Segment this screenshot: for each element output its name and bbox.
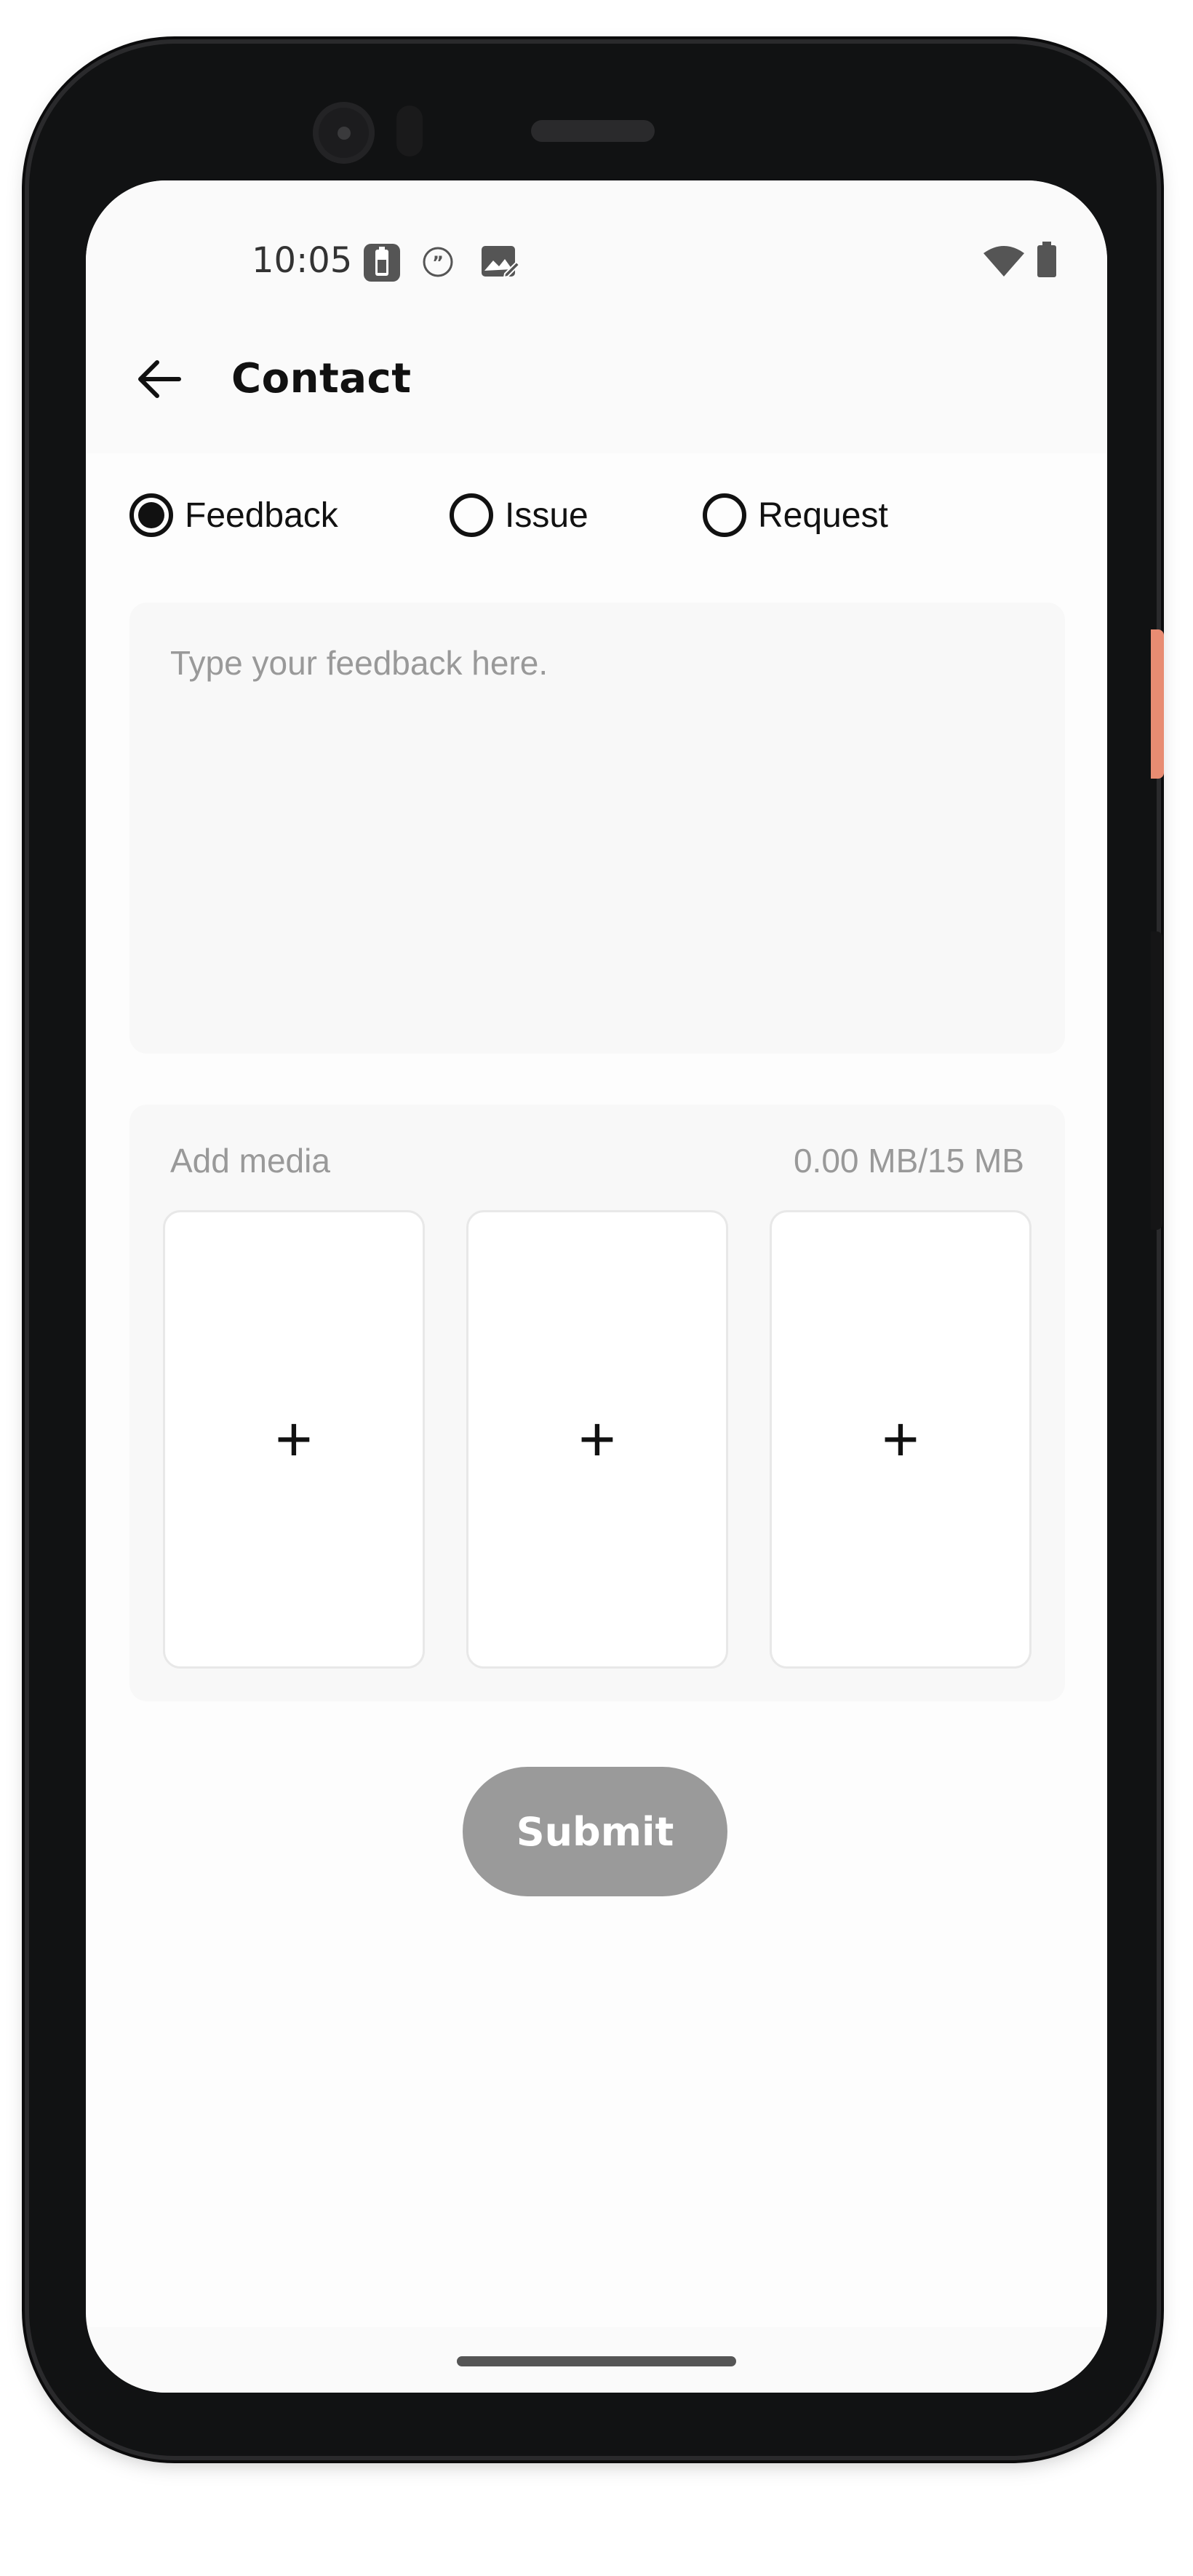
- submit-button[interactable]: Submit: [463, 1767, 727, 1896]
- page-title: Contact: [231, 355, 412, 402]
- app-bar: Contact: [86, 290, 1107, 453]
- earpiece-speaker: [531, 120, 655, 142]
- feedback-placeholder: Type your feedback here.: [170, 644, 548, 682]
- radio-unselected-icon: [703, 493, 746, 537]
- radio-issue[interactable]: Issue: [450, 479, 588, 552]
- radio-feedback[interactable]: Feedback: [129, 479, 338, 552]
- proximity-sensor: [396, 106, 423, 156]
- media-size-indicator: 0.00 MB/15 MB: [793, 1142, 1024, 1180]
- navigation-bar: [86, 2327, 1107, 2393]
- add-media-section: Add media 0.00 MB/15 MB + + +: [129, 1105, 1065, 1701]
- media-slot-1[interactable]: +: [163, 1210, 425, 1669]
- radio-label: Feedback: [185, 496, 338, 535]
- home-gesture-handle[interactable]: [457, 2356, 736, 2366]
- feedback-type-radio-group: Feedback Issue Request: [86, 479, 1107, 552]
- edit-image-icon: [480, 245, 521, 283]
- quote-icon: ”: [422, 246, 454, 282]
- front-camera: [313, 102, 375, 164]
- wifi-icon: [982, 245, 1026, 280]
- radio-request[interactable]: Request: [703, 479, 888, 552]
- radio-label: Issue: [505, 496, 588, 535]
- media-slot-3[interactable]: +: [770, 1210, 1032, 1669]
- battery-saver-icon: [362, 242, 402, 287]
- power-button: [1151, 629, 1164, 779]
- add-media-label: Add media: [170, 1142, 330, 1180]
- plus-icon: +: [578, 1403, 616, 1475]
- battery-icon: [1036, 242, 1058, 282]
- radio-selected-icon: [129, 493, 173, 537]
- media-slot-2[interactable]: +: [466, 1210, 728, 1669]
- screen: 10:05 ” Contact Feedback Issue Request T…: [86, 180, 1107, 2393]
- status-bar: 10:05 ”: [86, 180, 1107, 290]
- radio-unselected-icon: [450, 493, 493, 537]
- svg-text:”: ”: [432, 253, 444, 273]
- status-time: 10:05: [252, 240, 353, 281]
- radio-label: Request: [758, 496, 888, 535]
- arrow-left-icon[interactable]: [135, 355, 183, 403]
- feedback-textarea[interactable]: Type your feedback here.: [129, 603, 1065, 1054]
- volume-button: [1151, 931, 1162, 1230]
- plus-icon: +: [882, 1403, 919, 1475]
- plus-icon: +: [275, 1403, 313, 1475]
